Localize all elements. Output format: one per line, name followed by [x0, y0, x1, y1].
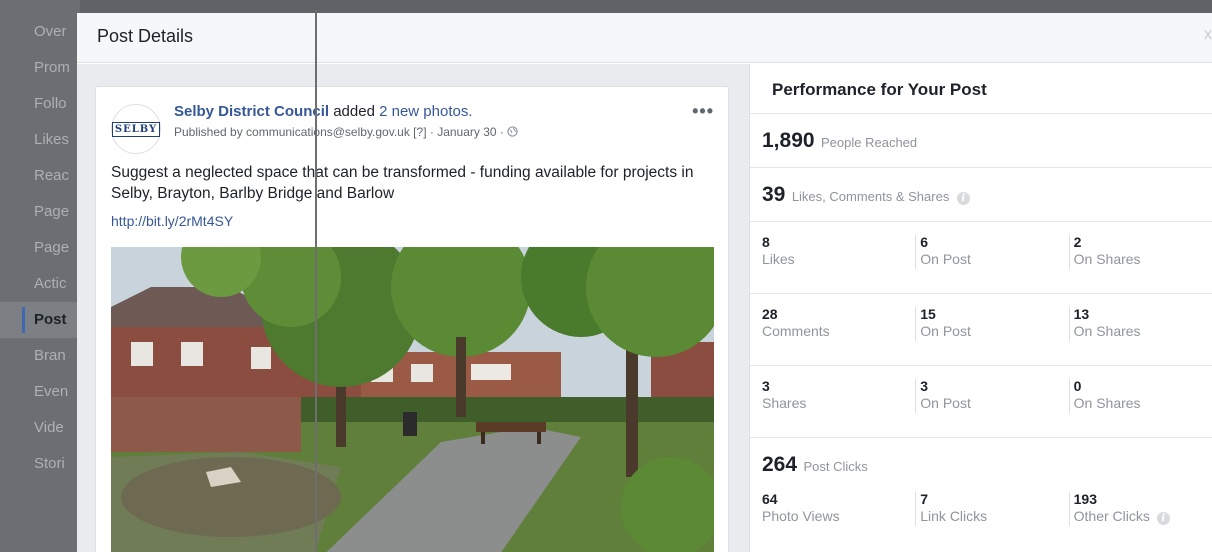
published-by-line: Published by communications@selby.gov.uk… — [174, 125, 518, 139]
more-options-button[interactable]: ••• — [692, 101, 714, 122]
comments-on-shares-label: On Shares — [1073, 323, 1141, 339]
park-photo-image — [111, 247, 714, 552]
shares-total-label: Shares — [762, 395, 807, 411]
shares-on-post-value: 3 — [920, 378, 929, 394]
shares-on-post-cell: 3 On Post — [915, 379, 1068, 413]
avatar[interactable]: SELBY — [111, 104, 161, 154]
post-text: Suggest a neglected space that can be tr… — [111, 164, 694, 202]
comments-on-post-label: On Post — [920, 323, 971, 339]
comments-total-cell: 28 Comments — [762, 307, 915, 365]
other-clicks-value: 193 — [1073, 491, 1097, 507]
likes-total-cell: 8 Likes — [762, 235, 915, 293]
comments-on-post-value: 15 — [920, 306, 936, 322]
post-clicks-label: Post Clicks — [803, 459, 868, 474]
shares-total-value: 3 — [762, 378, 770, 394]
performance-panel: Performance for Your Post 1,890 People R… — [749, 64, 1212, 552]
post-link[interactable]: http://bit.ly/2rMt4SY — [111, 213, 233, 229]
globe-icon — [507, 126, 518, 137]
sidebar-item-overview[interactable]: Over — [0, 14, 80, 50]
engagement-row: 39 Likes, Comments & Shares i — [750, 168, 1212, 222]
shares-on-post-label: On Post — [920, 395, 971, 411]
likes-on-post-value: 6 — [920, 234, 929, 250]
likes-on-shares-label: On Shares — [1073, 251, 1141, 267]
likes-on-post-label: On Post — [920, 251, 971, 267]
sidebar-item-posts[interactable]: Post — [0, 302, 80, 338]
sidebar-item-reach[interactable]: Reac — [0, 158, 80, 194]
shares-on-shares-cell: 0 On Shares — [1068, 378, 1212, 413]
clicks-breakdown-row: 64 Photo Views 7 Link Clicks 193 Other Clic… — [762, 492, 1212, 552]
other-clicks-text: Other Clicks — [1073, 508, 1150, 524]
photo-views-label: Photo Views — [762, 508, 840, 524]
vertical-divider-line — [315, 10, 317, 552]
sidebar-item-stories[interactable]: Stori — [0, 446, 80, 482]
likes-total-value: 8 — [762, 234, 770, 250]
sidebar-item-likes[interactable]: Likes — [0, 122, 80, 158]
other-clicks-label: Other Clicks i — [1074, 507, 1212, 525]
comments-total-label: Comments — [762, 323, 830, 339]
post-card: SELBY Selby District Council added 2 new… — [95, 86, 729, 552]
likes-on-shares-cell: 2 On Shares — [1068, 234, 1212, 269]
other-clicks-cell: 193 Other Clicks i — [1068, 491, 1212, 526]
link-clicks-cell: 7 Link Clicks — [915, 492, 1068, 526]
link-clicks-value: 7 — [920, 491, 929, 507]
comments-on-shares-value: 13 — [1073, 306, 1090, 322]
comments-row: 28 Comments 15 On Post 13 On Shares — [750, 294, 1212, 366]
modal-title: Post Details — [97, 26, 194, 46]
published-by-text: Published by communications@selby.gov.uk… — [174, 125, 508, 139]
post-clicks-row: 264 Post Clicks — [762, 438, 1212, 492]
sidebar-item-page-previews[interactable]: Page — [0, 230, 80, 266]
sidebar-item-promotions[interactable]: Prom — [0, 50, 80, 86]
link-clicks-label: Link Clicks — [920, 508, 988, 524]
sidebar-item-actions[interactable]: Actic — [0, 266, 80, 302]
selby-logo: SELBY — [111, 121, 161, 137]
sidebar-item-followers[interactable]: Follo — [0, 86, 80, 122]
left-sidebar-nav: Over Prom Follo Likes Reac Page Page Act… — [0, 0, 80, 552]
post-clicks-value: 264 — [762, 453, 798, 476]
engagement-label: Likes, Comments & Shares — [791, 189, 950, 204]
modal-body: SELBY Selby District Council added 2 new… — [77, 64, 1212, 552]
sidebar-item-videos[interactable]: Vide — [0, 410, 80, 446]
photo-views-value: 64 — [762, 491, 778, 507]
post-author-line: Selby District Council added 2 new photo… — [174, 103, 518, 120]
post-action-text: added — [329, 103, 380, 120]
info-icon[interactable]: i — [956, 192, 970, 205]
engagement-value: 39 — [762, 183, 786, 206]
post-header: Selby District Council added 2 new photo… — [174, 103, 518, 139]
page-name-link[interactable]: Selby District Council — [174, 103, 329, 120]
photo-views-cell: 64 Photo Views — [762, 492, 915, 552]
likes-total-label: Likes — [762, 251, 795, 267]
people-reached-value: 1,890 — [762, 129, 815, 152]
shares-on-shares-label: On Shares — [1073, 395, 1141, 411]
sidebar-item-page-views[interactable]: Page — [0, 194, 80, 230]
likes-row: 8 Likes 6 On Post 2 On Shares — [750, 222, 1212, 294]
performance-title: Performance for Your Post — [750, 64, 1212, 114]
people-reached-row: 1,890 People Reached — [750, 114, 1212, 168]
shares-on-shares-value: 0 — [1073, 378, 1082, 394]
info-icon[interactable]: i — [1156, 512, 1170, 525]
comments-total-value: 28 — [762, 306, 778, 322]
comments-on-shares-cell: 13 On Shares — [1068, 306, 1212, 341]
close-icon[interactable]: x — [1204, 27, 1212, 43]
post-photo[interactable] — [111, 247, 714, 552]
shares-total-cell: 3 Shares — [762, 379, 915, 437]
modal-header: Post Details x — [77, 13, 1212, 63]
sidebar-item-branded-content[interactable]: Bran — [0, 338, 80, 374]
sidebar-item-events[interactable]: Even — [0, 374, 80, 410]
new-photos-link[interactable]: 2 new photos. — [379, 103, 472, 120]
likes-on-shares-value: 2 — [1073, 234, 1082, 250]
post-clicks-block: 264 Post Clicks 64 Photo Views 7 Link Clic… — [750, 438, 1212, 552]
shares-row: 3 Shares 3 On Post 0 On Shares — [750, 366, 1212, 438]
people-reached-label: People Reached — [821, 135, 918, 150]
comments-on-post-cell: 15 On Post — [915, 307, 1068, 341]
likes-on-post-cell: 6 On Post — [915, 235, 1068, 269]
post-details-modal: Post Details x SELBY Selby District Coun… — [77, 13, 1212, 552]
